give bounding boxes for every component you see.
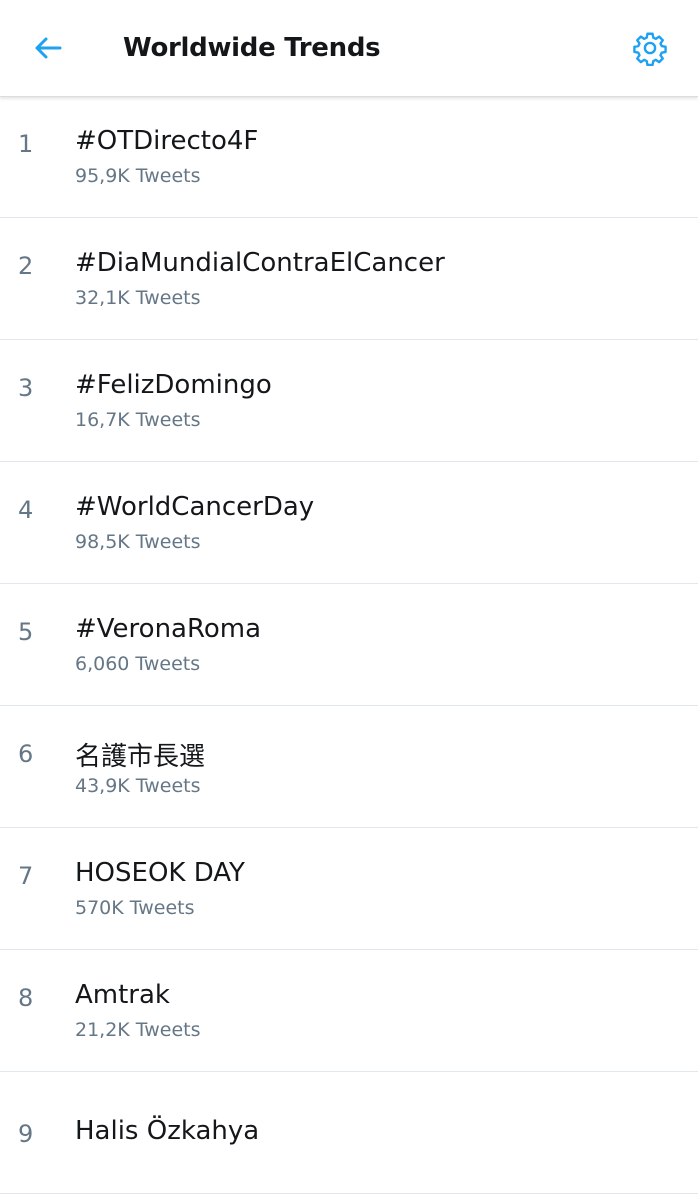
- trend-tweet-count: 95,9K Tweets: [75, 165, 201, 187]
- trend-tweet-count: 16,7K Tweets: [75, 409, 201, 431]
- trend-name: Halis Özkahya: [75, 1116, 260, 1146]
- trend-rank: 6: [18, 740, 34, 768]
- trend-item[interactable]: 2 #DiaMundialContraElCancer 32,1K Tweets: [0, 218, 698, 340]
- trend-item[interactable]: 7 HOSEOK DAY 570K Tweets: [0, 828, 698, 950]
- trend-rank: 8: [18, 984, 34, 1012]
- trend-tweet-count: 21,2K Tweets: [75, 1019, 201, 1041]
- trend-item[interactable]: 5 #VeronaRoma 6,060 Tweets: [0, 584, 698, 706]
- trend-tweet-count: 98,5K Tweets: [75, 531, 201, 553]
- trends-list: 1 #OTDirecto4F 95,9K Tweets 2 #DiaMundia…: [0, 96, 698, 1194]
- trend-rank: 3: [18, 374, 34, 402]
- settings-button[interactable]: [628, 26, 672, 70]
- trend-name: #WorldCancerDay: [75, 492, 315, 522]
- trend-tweet-count: 570K Tweets: [75, 897, 195, 919]
- trend-item[interactable]: 8 Amtrak 21,2K Tweets: [0, 950, 698, 1072]
- trend-tweet-count: 6,060 Tweets: [75, 653, 201, 675]
- trend-name: Amtrak: [75, 980, 170, 1010]
- trend-name: #DiaMundialContraElCancer: [75, 248, 445, 278]
- trend-item[interactable]: 9 Halis Özkahya: [0, 1072, 698, 1194]
- arrow-left-icon: [35, 37, 62, 59]
- trend-item[interactable]: 1 #OTDirecto4F 95,9K Tweets: [0, 96, 698, 218]
- trend-name: #FelizDomingo: [75, 370, 272, 400]
- trend-tweet-count: 32,1K Tweets: [75, 287, 201, 309]
- page-title: Worldwide Trends: [123, 33, 381, 63]
- trend-rank: 7: [18, 862, 34, 890]
- trend-name: 名護市長選: [75, 742, 206, 772]
- trend-rank: 4: [18, 496, 34, 524]
- trend-rank: 1: [18, 130, 34, 158]
- top-app-bar: Worldwide Trends: [0, 0, 698, 97]
- trend-rank: 5: [18, 618, 34, 646]
- trend-item[interactable]: 6 名護市長選 43,9K Tweets: [0, 706, 698, 828]
- trend-rank: 2: [18, 252, 34, 280]
- back-button[interactable]: [26, 28, 70, 68]
- gear-icon: [633, 32, 667, 66]
- trend-item[interactable]: 4 #WorldCancerDay 98,5K Tweets: [0, 462, 698, 584]
- trend-name: #OTDirecto4F: [75, 126, 259, 156]
- trend-rank: 9: [18, 1120, 34, 1148]
- trend-name: #VeronaRoma: [75, 614, 262, 644]
- trend-item[interactable]: 3 #FelizDomingo 16,7K Tweets: [0, 340, 698, 462]
- trend-tweet-count: 43,9K Tweets: [75, 775, 201, 797]
- trend-name: HOSEOK DAY: [75, 858, 245, 888]
